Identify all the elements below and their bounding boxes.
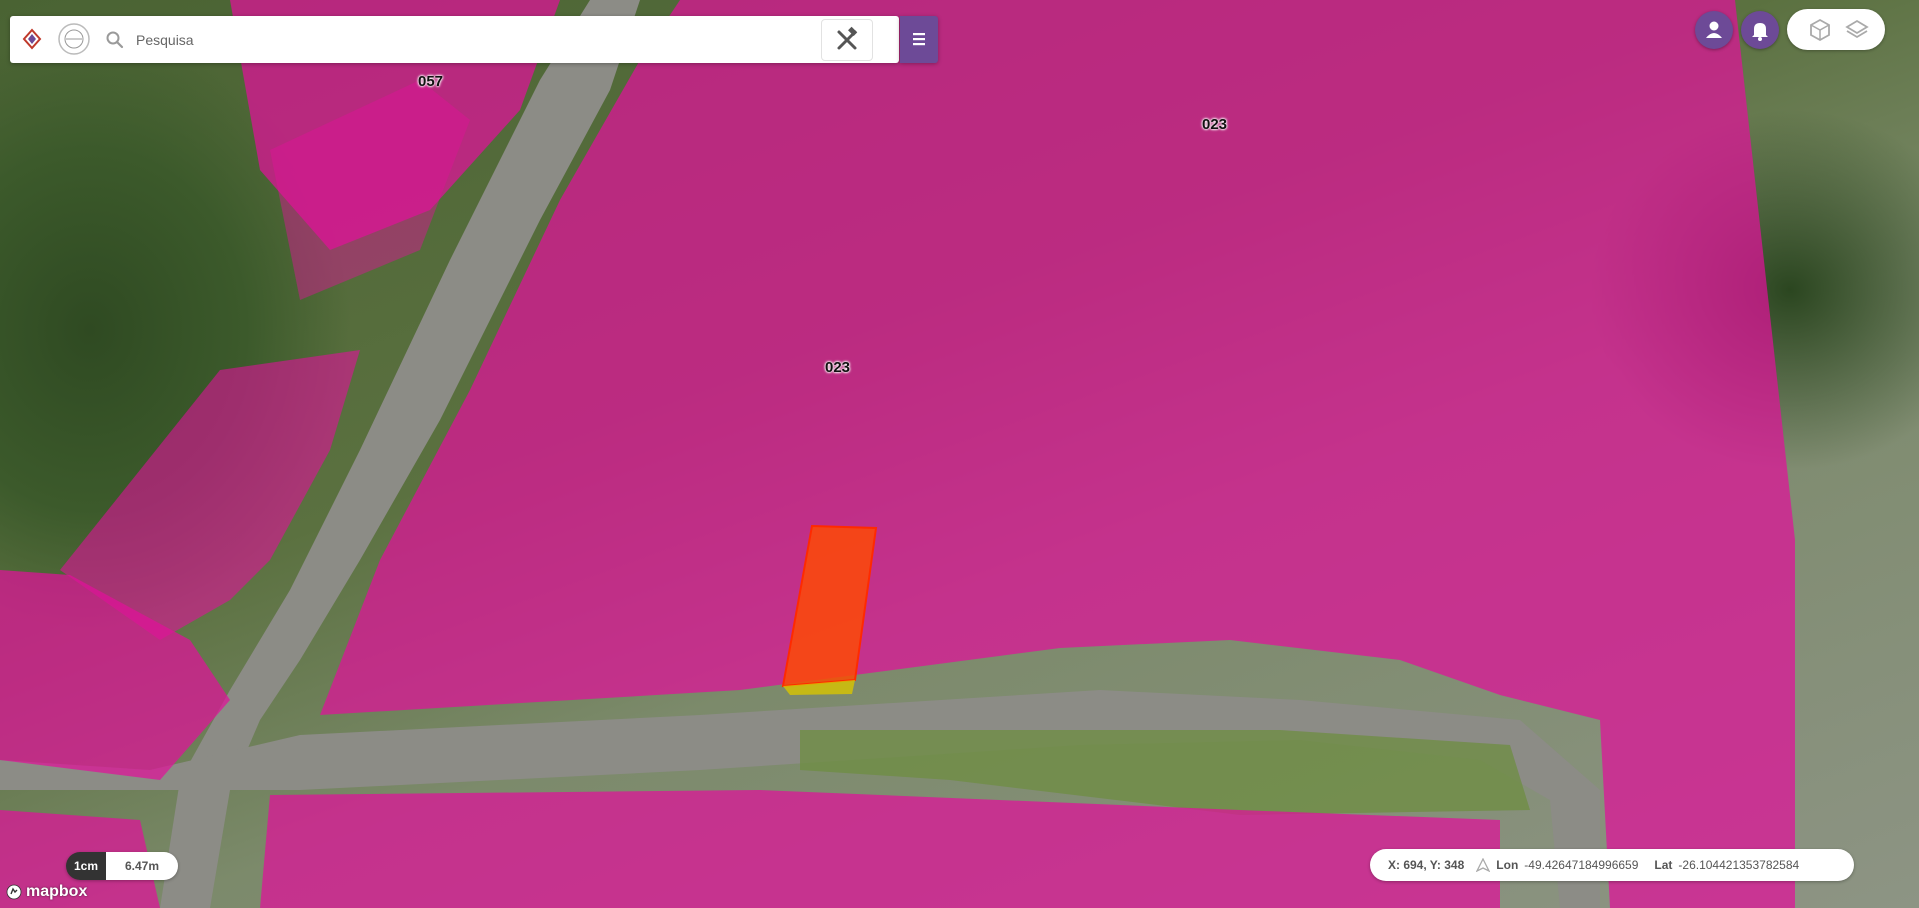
cursor-xy: X: 694, Y: 348: [1388, 858, 1465, 872]
lon-value: -49.42647184996659: [1524, 858, 1639, 872]
lat-label: Lat: [1654, 858, 1673, 872]
bell-icon: [1752, 23, 1768, 41]
search-bar: [10, 16, 899, 63]
layers-button[interactable]: [1844, 17, 1870, 43]
parcel-label: 057: [418, 73, 444, 90]
mapbox-attribution[interactable]: mapbox: [6, 882, 87, 902]
cube-icon: [1810, 18, 1830, 42]
lat-value: -26.104421353782584: [1678, 858, 1800, 872]
mapbox-label: mapbox: [26, 883, 88, 900]
tools-icon: [837, 26, 858, 50]
layer-switcher: [1787, 9, 1885, 50]
menu-button[interactable]: [900, 16, 938, 63]
layers-icon: [1845, 19, 1869, 39]
scale-indicator: 1cm 6.47m: [66, 852, 178, 880]
search-input[interactable]: [134, 25, 798, 55]
layers-3d-button[interactable]: [1807, 17, 1833, 43]
map-canvas[interactable]: [0, 0, 1919, 908]
mapbox-logo-icon: [6, 884, 22, 900]
search-icon: [104, 29, 126, 51]
parcel-label: 023: [1202, 116, 1228, 133]
north-arrow-icon: [1476, 858, 1491, 872]
hamburger-menu-icon: [913, 33, 925, 46]
scale-unit: 1cm: [66, 852, 106, 880]
scale-value: 6.47m: [106, 852, 178, 880]
tools-button[interactable]: [821, 19, 873, 61]
map-layer: [0, 0, 1795, 908]
user-button[interactable]: [1695, 11, 1733, 49]
parcel-label: 023: [825, 359, 851, 376]
user-icon: [1706, 21, 1722, 38]
logo-icon[interactable]: [18, 22, 96, 57]
notifications-button[interactable]: [1741, 11, 1779, 49]
lon-label: Lon: [1496, 858, 1519, 872]
coordinate-readout: X: 694, Y: 348 Lon -49.42647184996659 La…: [1370, 849, 1854, 881]
